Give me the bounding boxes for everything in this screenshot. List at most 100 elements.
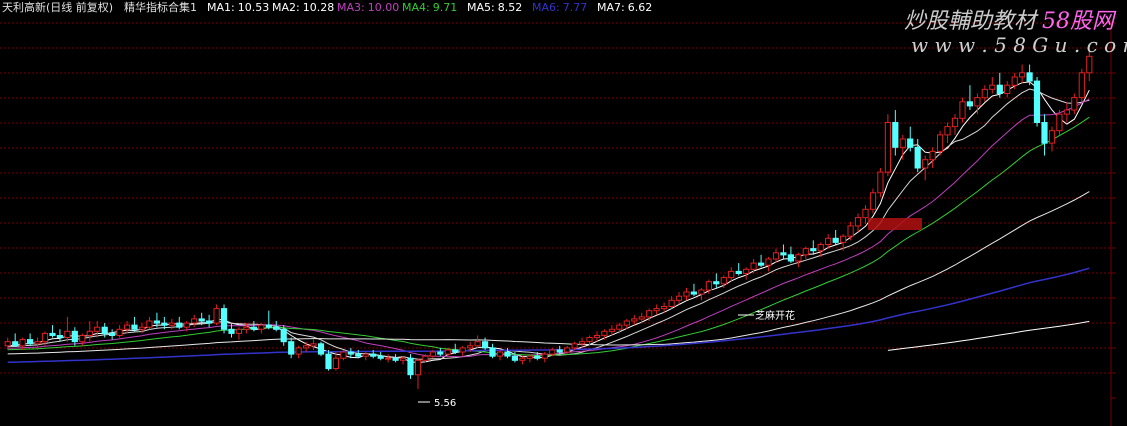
candle-body-up [989,84,996,90]
candle-body-up [698,289,705,295]
ma-readout-value: 10.00 [368,1,400,14]
candle-body-down [735,270,742,274]
candle-body-down [482,341,489,349]
candle-body-up [981,88,988,99]
ma-readout-label: MA5: [467,1,495,14]
candle-body-up [332,357,339,370]
candle-body-down [220,308,228,330]
candle [877,167,884,197]
candle-body-down [101,326,108,334]
candle [937,130,944,156]
ma-readout: MA3: 10.00 [337,1,399,14]
candle-body-down [511,355,518,361]
ma-readout: MA4: 9.71 [402,1,457,14]
candle-body-down [392,357,399,361]
candle-body-up [1071,97,1078,111]
candle [869,188,877,214]
pattern-label: 芝麻开花 [755,309,795,322]
candle-body-up [1004,84,1011,94]
candlestick-chart: 天利高新(日线 前复权) 精华指标合集1 MA1: 10.53 MA2: 10.28 M… [0,0,1127,426]
candle-body-up [340,351,347,359]
candle-body-up [116,328,123,336]
candle-body-down [437,351,444,355]
candle-body-up [765,258,772,266]
candle-body-down [489,347,496,357]
candle-body-up [474,341,481,347]
candle [1056,110,1063,135]
candle-body-up [146,320,153,328]
ma-readout: MA1: 10.53 [207,1,269,14]
candle-body-up [496,351,504,357]
candle-body-up [929,150,936,161]
candle-body-up [385,357,392,360]
candle-body-up [519,357,526,361]
candle-body-down [12,341,19,347]
candle-body-up [138,326,146,330]
ma-readout-label: MA4: [402,1,430,14]
candle-body-down [810,248,817,252]
candle-body-down [713,281,720,285]
candle-body-up [399,357,407,361]
candle-body-down [1033,80,1041,123]
candle-body-down [966,101,973,107]
candle-body-up [608,328,615,332]
candle-body-up [638,316,645,320]
candle-body-up [571,343,578,349]
candle-body-down [228,328,235,334]
candle-body-up [795,254,802,262]
candle [1033,76,1041,127]
candle-body-up [310,343,317,347]
candle-body-up [362,353,369,357]
candle [407,354,414,379]
ma-readout-label: MA3: [337,1,365,14]
candle-body-up [959,101,966,119]
ma-readout-label: MA1: [207,1,235,14]
ma-readout: MA2: 10.28 [272,1,334,14]
candle-body-up [429,351,436,357]
ma-readout-value: 9.71 [433,1,458,14]
candle-body-up [661,306,668,310]
candle-body-up [86,330,93,336]
candle-body-up [750,262,757,270]
ma-readout-value: 6.62 [628,1,653,14]
candle-body-down [832,237,839,243]
candle-body-down [914,146,921,169]
candle [884,114,891,177]
candle-body-down [161,322,168,326]
candle-body-up [303,345,310,349]
candle-body-up [944,126,951,136]
candle-body-up [705,281,712,291]
candle-body-down [907,138,914,148]
candle-body-up [653,308,660,312]
candle-body-up [728,270,735,279]
signal-box [868,218,922,230]
candle-body-up [258,324,265,330]
candle-body-up [601,330,608,336]
candle-body-down [452,349,459,353]
ma-readout-label: MA7: [597,1,625,14]
ma-readout-value: 7.77 [563,1,588,14]
candle-body-up [1063,109,1071,115]
candle-body-up [549,349,556,355]
candle-body-up [1086,55,1093,74]
candle-body-up [183,322,190,328]
candle-body-up [1019,72,1026,78]
candle-body-up [1048,130,1056,144]
candle-body-up [802,248,809,256]
candle-body-down [56,335,63,339]
candle-body-up [951,117,959,128]
candle-body-up [79,335,86,343]
candle-body-up [623,320,630,326]
candle-body-down [71,330,78,343]
ma-readout-label: MA6: [532,1,560,14]
candle-body-down [153,320,161,324]
candle-body-down [280,328,287,343]
low-marker-label: 5.56 [434,398,456,409]
ma-readouts: MA1: 10.53 MA2: 10.28 MA3: 10.00 MA4: 9.71 MA5: 8… [207,1,652,14]
candle-body-up [541,353,548,359]
candle-body-up [772,252,780,260]
candle-body-down [27,339,34,345]
candle-body-down [534,355,541,359]
candle-body-up [64,330,71,338]
candle-body-up [124,324,131,330]
